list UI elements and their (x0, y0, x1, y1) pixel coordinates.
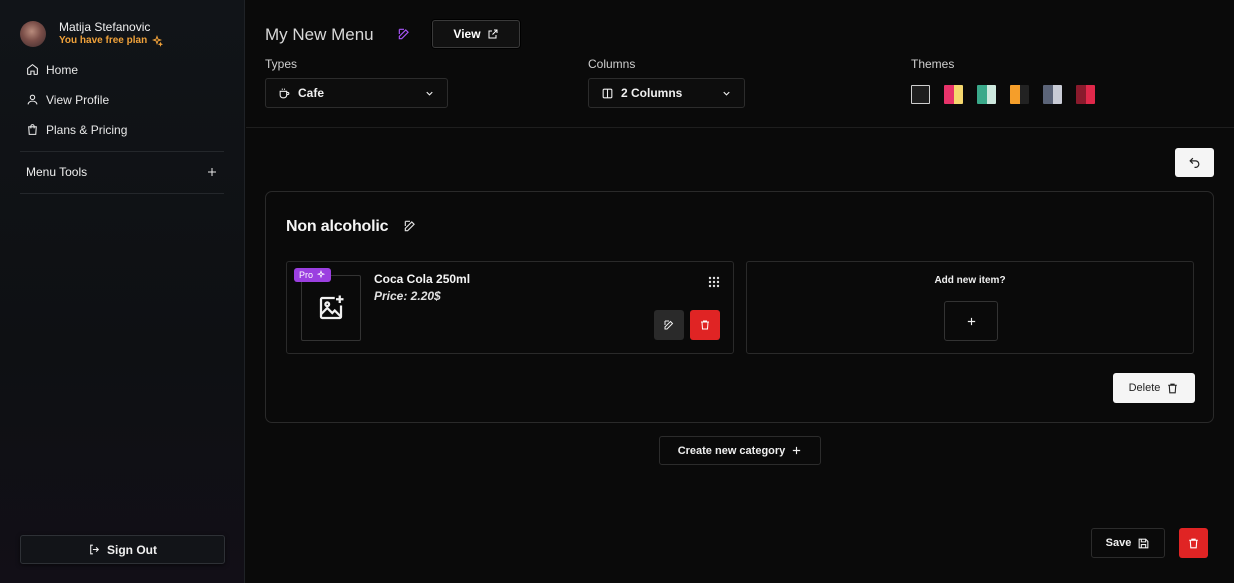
user-profile[interactable]: Matija Stefanovic You have free plan (20, 20, 164, 48)
theme-swatch-orange[interactable] (1010, 85, 1029, 104)
add-item-label: Add new item? (934, 275, 1006, 286)
sign-out-label: Sign Out (107, 542, 157, 557)
sidebar-item-plans-pricing[interactable]: Plans & Pricing (26, 122, 127, 137)
plan-status: You have free plan (59, 34, 164, 48)
trash-icon (1168, 383, 1178, 393)
trash-icon (701, 320, 709, 330)
plus-icon (793, 446, 801, 455)
delete-category-button[interactable]: Delete (1113, 373, 1195, 403)
add-item-card: Add new item? (746, 261, 1194, 354)
sign-out-button[interactable]: Sign Out (20, 535, 225, 564)
trash-icon (1189, 538, 1198, 548)
sidebar-item-label: Home (46, 62, 79, 77)
theme-swatch-crimson[interactable] (1076, 85, 1095, 104)
create-category-label: Create new category (677, 444, 786, 457)
view-label: View (453, 27, 481, 41)
sidebar-item-label: View Profile (46, 92, 110, 107)
save-icon (1138, 538, 1149, 548)
sparkle-icon (152, 35, 164, 47)
themes-label: Themes (911, 57, 955, 71)
edit-category-icon[interactable] (403, 219, 417, 233)
save-label: Save (1105, 537, 1132, 549)
sidebar-item-home[interactable]: Home (26, 62, 127, 77)
sign-out-icon (90, 544, 100, 555)
view-button[interactable]: View (432, 20, 520, 48)
add-item-button[interactable] (944, 301, 998, 341)
delete-item-button[interactable] (690, 310, 720, 340)
category-title: Non alcoholic (286, 218, 389, 235)
plan-label: You have free plan (59, 35, 148, 46)
pro-badge: Pro (294, 268, 332, 282)
chevron-down-icon (426, 91, 433, 96)
item-price: Price: 2.20$ (374, 289, 441, 303)
delete-menu-button[interactable] (1179, 528, 1208, 558)
item-name: Coca Cola 250ml (374, 272, 471, 286)
sidebar: Matija Stefanovic You have free plan Hom… (0, 0, 245, 583)
coffee-cup-icon (279, 88, 290, 98)
category-card: Non alcoholic Pro Coca Cola 250ml Price:… (265, 191, 1214, 423)
theme-swatch-teal[interactable] (977, 85, 996, 104)
sparkle-icon (316, 270, 326, 279)
plus-icon (967, 317, 975, 325)
undo-icon (1189, 157, 1200, 168)
sidebar-nav: Home View Profile Plans & Pricing (26, 62, 127, 152)
chevron-down-icon (723, 91, 730, 96)
save-button[interactable]: Save (1091, 528, 1165, 558)
columns-select[interactable]: 2 Columns (588, 78, 745, 108)
types-value: Cafe (298, 86, 325, 100)
sidebar-item-view-profile[interactable]: View Profile (26, 92, 127, 107)
drag-handle-icon[interactable] (708, 276, 720, 288)
menu-tools-label: Menu Tools (26, 165, 88, 179)
edit-title-icon[interactable] (397, 27, 411, 41)
page-title: My New Menu (265, 25, 374, 44)
types-select[interactable]: Cafe (265, 78, 448, 108)
external-link-icon (488, 29, 498, 39)
columns-icon (602, 88, 613, 98)
divider (20, 151, 224, 152)
menu-editor: Non alcoholic Pro Coca Cola 250ml Price:… (246, 129, 1234, 583)
home-icon (27, 63, 38, 75)
plus-icon (208, 168, 216, 176)
create-category-button[interactable]: Create new category (659, 436, 821, 465)
avatar (20, 21, 46, 47)
theme-swatch-default[interactable] (911, 85, 930, 104)
bag-icon (28, 124, 37, 135)
pro-badge-label: Pro (299, 270, 314, 280)
item-image-upload[interactable] (301, 275, 361, 341)
types-label: Types (265, 57, 298, 71)
edit-item-button[interactable] (654, 310, 684, 340)
editor-header: My New Menu View Types Cafe Columns 2 Co… (246, 0, 1234, 128)
user-icon (27, 94, 38, 105)
theme-swatch-slate[interactable] (1043, 85, 1062, 104)
columns-value: 2 Columns (621, 86, 683, 100)
sidebar-item-label: Plans & Pricing (46, 122, 128, 137)
image-add-icon (319, 295, 344, 320)
edit-icon (664, 320, 674, 330)
menu-tools-toggle[interactable]: Menu Tools (26, 165, 218, 179)
user-name: Matija Stefanovic (59, 20, 151, 34)
theme-swatch-pink-yellow[interactable] (944, 85, 963, 104)
theme-picker (911, 85, 1095, 104)
menu-item-card: Pro Coca Cola 250ml Price: 2.20$ (286, 261, 734, 354)
divider (20, 193, 224, 194)
columns-label: Columns (588, 57, 636, 71)
undo-button[interactable] (1175, 148, 1214, 177)
delete-label: Delete (1128, 382, 1161, 394)
